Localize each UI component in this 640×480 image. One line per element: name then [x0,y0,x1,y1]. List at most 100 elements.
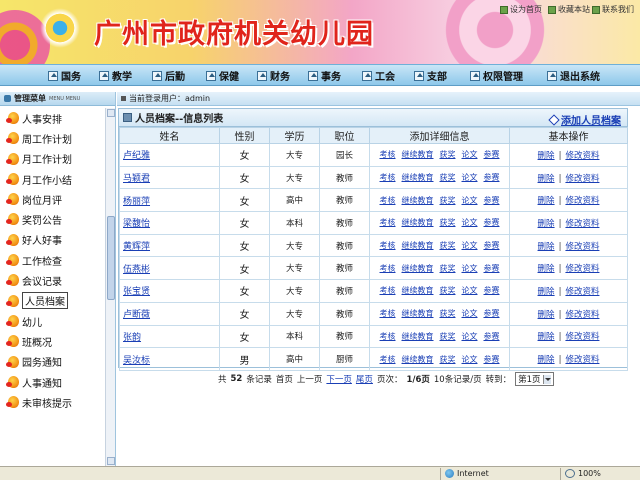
next-page-link[interactable]: 下一页 [326,373,352,385]
competition-link[interactable]: 参赛 [484,150,500,159]
assessment-link[interactable]: 考核 [380,150,396,159]
award-link[interactable]: 获奖 [440,218,456,227]
paper-link[interactable]: 论文 [462,173,478,182]
award-link[interactable]: 获奖 [440,264,456,273]
delete-link[interactable]: 删除 [538,219,555,229]
continuing-education-link[interactable]: 继续教育 [402,150,434,159]
nav-item-finance[interactable]: 财务 [257,68,290,83]
favorite-link[interactable]: 收藏本站 [548,4,590,15]
set-home-link[interactable]: 设为首页 [500,4,542,15]
assessment-link[interactable]: 考核 [380,286,396,295]
competition-link[interactable]: 参赛 [484,173,500,182]
nav-item-logout[interactable]: 退出系统 [547,68,600,83]
competition-link[interactable]: 参赛 [484,241,500,250]
continuing-education-link[interactable]: 继续教育 [402,286,434,295]
edit-profile-link[interactable]: 修改资料 [565,355,599,365]
nav-item-logistics[interactable]: 后勤 [152,68,185,83]
award-link[interactable]: 获奖 [440,355,456,364]
assessment-link[interactable]: 考核 [380,309,396,318]
scroll-thumb[interactable] [107,216,115,300]
sidebar-item-monthly-summary[interactable]: 月工作小结 [0,169,104,189]
competition-link[interactable]: 参赛 [484,332,500,341]
delete-link[interactable]: 删除 [538,242,555,252]
staff-name-link[interactable]: 杨丽萍 [123,197,150,207]
nav-item-union[interactable]: 工会 [362,68,395,83]
assessment-link[interactable]: 考核 [380,241,396,250]
assessment-link[interactable]: 考核 [380,332,396,341]
sidebar-item-personnel-arrangement[interactable]: 人事安排 [0,108,104,128]
contact-link[interactable]: 联系我们 [592,4,634,15]
edit-profile-link[interactable]: 修改资料 [565,196,599,206]
staff-name-link[interactable]: 伍燕彬 [123,265,150,275]
competition-link[interactable]: 参赛 [484,264,500,273]
nav-item-health[interactable]: 保健 [206,68,239,83]
award-link[interactable]: 获奖 [440,150,456,159]
sidebar-item-good-deeds[interactable]: 好人好事 [0,230,104,250]
prev-page-link[interactable]: 上一页 [297,373,323,385]
paper-link[interactable]: 论文 [462,196,478,205]
assessment-link[interactable]: 考核 [380,196,396,205]
paper-link[interactable]: 论文 [462,241,478,250]
edit-profile-link[interactable]: 修改资料 [565,219,599,229]
sidebar-item-hr-notice[interactable]: 人事通知 [0,372,104,392]
sidebar-item-children[interactable]: 幼儿 [0,311,104,331]
first-page-link[interactable]: 首页 [276,373,293,385]
continuing-education-link[interactable]: 继续教育 [402,309,434,318]
nav-item-permissions[interactable]: 权限管理 [470,68,523,83]
sidebar-item-weekly-plan[interactable]: 周工作计划 [0,128,104,148]
last-page-link[interactable]: 尾页 [356,373,373,385]
staff-name-link[interactable]: 吴汝标 [123,356,150,366]
scroll-up-icon[interactable] [107,109,115,117]
nav-item-teaching[interactable]: 教学 [99,68,132,83]
assessment-link[interactable]: 考核 [380,173,396,182]
edit-profile-link[interactable]: 修改资料 [565,174,599,184]
sidebar-item-garden-notice[interactable]: 园务通知 [0,352,104,372]
paper-link[interactable]: 论文 [462,286,478,295]
sidebar-item-class-overview[interactable]: 班概况 [0,331,104,351]
paper-link[interactable]: 论文 [462,150,478,159]
edit-profile-link[interactable]: 修改资料 [565,151,599,161]
paper-link[interactable]: 论文 [462,218,478,227]
scroll-down-icon[interactable] [107,457,115,465]
continuing-education-link[interactable]: 继续教育 [402,173,434,182]
award-link[interactable]: 获奖 [440,286,456,295]
paper-link[interactable]: 论文 [462,332,478,341]
delete-link[interactable]: 删除 [538,310,555,320]
edit-profile-link[interactable]: 修改资料 [565,242,599,252]
competition-link[interactable]: 参赛 [484,196,500,205]
sidebar-item-staff-files[interactable]: 人员档案 [0,291,104,311]
paper-link[interactable]: 论文 [462,355,478,364]
delete-link[interactable]: 删除 [538,196,555,206]
staff-name-link[interactable]: 张韵 [123,333,141,343]
award-link[interactable]: 获奖 [440,173,456,182]
nav-item-affairs[interactable]: 事务 [308,68,341,83]
delete-link[interactable]: 删除 [538,287,555,297]
edit-profile-link[interactable]: 修改资料 [565,310,599,320]
staff-name-link[interactable]: 梁馥怡 [123,219,150,229]
edit-profile-link[interactable]: 修改资料 [565,332,599,342]
continuing-education-link[interactable]: 继续教育 [402,355,434,364]
staff-name-link[interactable]: 马颖君 [123,174,150,184]
competition-link[interactable]: 参赛 [484,218,500,227]
nav-item-guowu[interactable]: 国务 [48,68,81,83]
sidebar-item-meeting-records[interactable]: 会议记录 [0,270,104,290]
nav-item-branch[interactable]: 支部 [414,68,447,83]
delete-link[interactable]: 删除 [538,355,555,365]
delete-link[interactable]: 删除 [538,174,555,184]
sidebar-item-unreviewed[interactable]: 未审核提示 [0,392,104,412]
page-select[interactable]: 第1页 [515,372,554,386]
delete-link[interactable]: 删除 [538,264,555,274]
zoom-control[interactable]: 100% [560,467,640,480]
assessment-link[interactable]: 考核 [380,355,396,364]
continuing-education-link[interactable]: 继续教育 [402,332,434,341]
staff-name-link[interactable]: 卢断薇 [123,310,150,320]
assessment-link[interactable]: 考核 [380,264,396,273]
continuing-education-link[interactable]: 继续教育 [402,264,434,273]
award-link[interactable]: 获奖 [440,241,456,250]
staff-name-link[interactable]: 黄辉萍 [123,242,150,252]
edit-profile-link[interactable]: 修改资料 [565,287,599,297]
sidebar-item-monthly-plan[interactable]: 月工作计划 [0,149,104,169]
award-link[interactable]: 获奖 [440,196,456,205]
delete-link[interactable]: 删除 [538,332,555,342]
continuing-education-link[interactable]: 继续教育 [402,218,434,227]
